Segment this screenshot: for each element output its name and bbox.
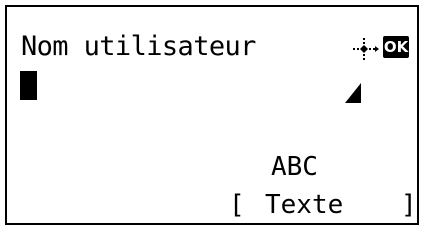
softkey-bracket-open: [ (229, 190, 245, 220)
text-cursor[interactable] (20, 71, 37, 100)
ok-key-icon[interactable]: OK (383, 36, 409, 58)
field-corner-icon (345, 83, 361, 103)
input-mode: ABC (271, 152, 318, 182)
four-way-arrow-icon (353, 38, 379, 60)
text-softkey-button[interactable]: [ Texte ] (227, 189, 421, 221)
softkey-bracket-close: ] (401, 190, 417, 220)
softkey-label: Texte (265, 190, 344, 220)
lcd-panel: Nom utilisateur OK ABC [ Texte ] (5, 5, 419, 225)
screen-title: Nom utilisateur (21, 31, 256, 62)
